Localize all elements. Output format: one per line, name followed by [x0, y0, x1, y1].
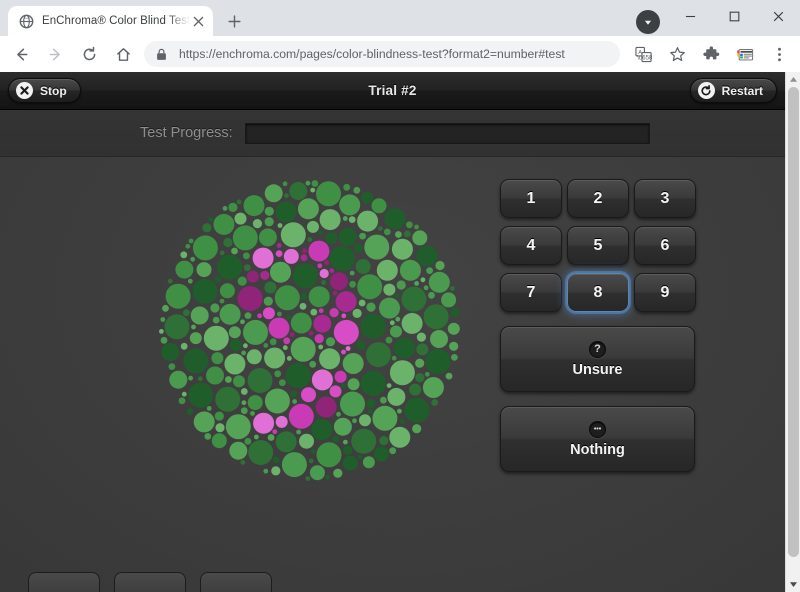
test-progress-label: Test Progress:: [140, 125, 233, 141]
home-icon[interactable]: [109, 40, 137, 68]
question-mark-icon: ?: [589, 341, 606, 358]
page-viewport: Stop Trial #2 Restart Test Progress:: [0, 72, 800, 592]
stop-button[interactable]: Stop: [8, 78, 81, 103]
bookmark-star-icon[interactable]: [663, 40, 691, 68]
window-controls-area: [636, 0, 800, 36]
enchroma-test-page: Stop Trial #2 Restart Test Progress:: [0, 72, 785, 592]
back-arrow-icon[interactable]: [7, 40, 35, 68]
ishihara-plate-container: [140, 175, 480, 485]
nothing-button[interactable]: ••• Nothing: [500, 406, 695, 472]
stop-button-label: Stop: [40, 84, 67, 98]
ellipsis-icon: •••: [589, 421, 606, 438]
tab-title: EnChroma® Color Blind Test |: [42, 15, 190, 27]
refresh-circle-icon: [698, 82, 715, 99]
forward-arrow-icon[interactable]: [41, 40, 69, 68]
bottom-button-3[interactable]: [200, 572, 272, 592]
answer-button-6[interactable]: 6: [634, 226, 696, 265]
bottom-button-row: [0, 572, 785, 592]
answer-panel: 1 2 3 4 5 6 7 8 9 ? Unsure: [500, 175, 696, 485]
answer-button-2[interactable]: 2: [567, 179, 629, 218]
browser-window: EnChroma® Color Blind Test |: [0, 0, 800, 592]
close-x-icon: [16, 82, 33, 99]
chrome-menu-icon[interactable]: [765, 40, 793, 68]
page-title: Trial #2: [0, 83, 785, 98]
scrollbar-thumb[interactable]: [788, 87, 799, 557]
browser-toolbar: https://enchroma.com/pages/color-blindne…: [0, 36, 800, 72]
extensions-puzzle-icon[interactable]: [697, 40, 725, 68]
answer-button-4[interactable]: 4: [500, 226, 562, 265]
address-bar[interactable]: https://enchroma.com/pages/color-blindne…: [144, 41, 620, 67]
answer-button-9[interactable]: 9: [634, 273, 696, 312]
question-mark-glyph: ?: [594, 344, 601, 355]
answer-button-5[interactable]: 5: [567, 226, 629, 265]
svg-text:\u6587: \u6587: [637, 55, 652, 61]
restart-button[interactable]: Restart: [690, 78, 777, 103]
new-tab-button[interactable]: [220, 7, 248, 35]
test-app-header: Stop Trial #2 Restart: [0, 72, 785, 110]
unsure-button[interactable]: ? Unsure: [500, 326, 695, 392]
ellipsis-glyph: •••: [594, 426, 601, 433]
download-indicator-icon[interactable]: [636, 10, 660, 34]
reading-list-icon[interactable]: [731, 40, 759, 68]
lock-icon: [156, 48, 170, 61]
restart-button-label: Restart: [722, 84, 763, 98]
test-progress-bar: [245, 123, 650, 144]
number-button-grid: 1 2 3 4 5 6 7 8 9: [500, 179, 696, 312]
unsure-button-label: Unsure: [573, 362, 623, 378]
answer-button-8[interactable]: 8: [567, 273, 629, 312]
globe-favicon: [19, 14, 34, 29]
address-bar-url: https://enchroma.com/pages/color-blindne…: [179, 47, 565, 61]
ishihara-plate-image: [155, 175, 465, 485]
toolbar-right-icons: A \u6587: [626, 40, 796, 68]
answer-button-7[interactable]: 7: [500, 273, 562, 312]
nothing-button-label: Nothing: [570, 442, 625, 458]
browser-tab[interactable]: EnChroma® Color Blind Test |: [8, 6, 213, 36]
bottom-button-2[interactable]: [114, 572, 186, 592]
scroll-down-arrow-icon[interactable]: [786, 577, 800, 592]
scroll-up-arrow-icon[interactable]: [786, 72, 800, 87]
tab-close-icon[interactable]: [190, 13, 207, 30]
answer-button-1[interactable]: 1: [500, 179, 562, 218]
window-maximize-button[interactable]: [712, 0, 756, 32]
translate-icon[interactable]: A \u6587: [629, 40, 657, 68]
answer-button-3[interactable]: 3: [634, 179, 696, 218]
window-minimize-button[interactable]: [668, 0, 712, 32]
test-progress-section: Test Progress:: [0, 110, 785, 157]
window-close-button[interactable]: [756, 0, 800, 32]
tab-strip: EnChroma® Color Blind Test |: [0, 0, 800, 36]
bottom-button-1[interactable]: [28, 572, 100, 592]
reload-icon[interactable]: [75, 40, 103, 68]
page-scrollbar[interactable]: [785, 72, 800, 592]
scrollbar-track[interactable]: [786, 87, 800, 577]
test-area: 1 2 3 4 5 6 7 8 9 ? Unsure: [0, 157, 785, 485]
